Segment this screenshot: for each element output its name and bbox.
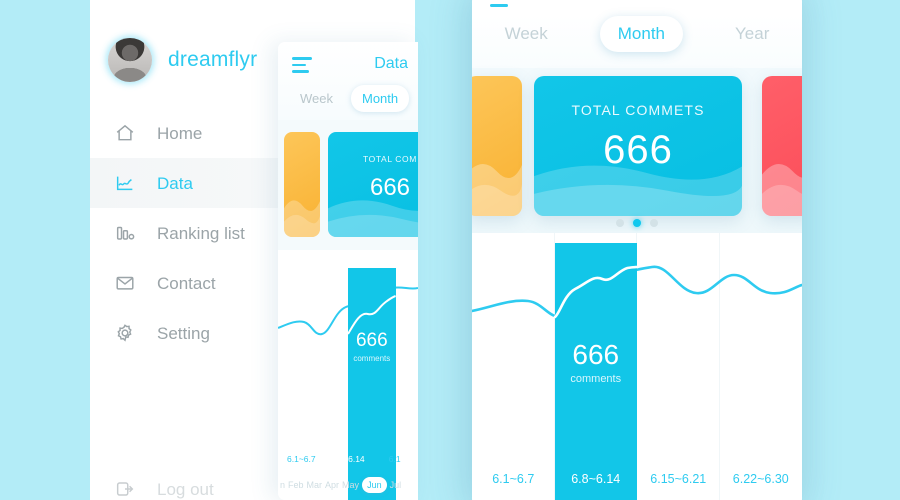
carousel-dot[interactable] bbox=[616, 219, 624, 227]
sidebar-item-label: Setting bbox=[157, 323, 210, 343]
month-feb[interactable]: Feb bbox=[288, 480, 304, 490]
tab-month[interactable]: Month bbox=[599, 16, 684, 52]
period-tab-bar: Week Month Year bbox=[472, 16, 802, 52]
gear-icon bbox=[117, 324, 132, 342]
mid-tab-bar: Week Month bbox=[278, 85, 418, 112]
sidebar-item-label: Data bbox=[157, 173, 193, 193]
mid-chart-area: 666 comments 6.1~6.7 6.8~6.14 6.1 n Feb … bbox=[278, 250, 418, 500]
carousel-dots bbox=[472, 219, 802, 227]
card-wave-decor bbox=[284, 200, 320, 237]
mid-card-carousel: TOTAL COM 666 bbox=[278, 120, 418, 264]
xlabel-active[interactable]: 6.8~6.14 bbox=[325, 454, 372, 464]
stat-card-orange[interactable] bbox=[472, 76, 522, 216]
xlabel-range-2-active[interactable]: 6.8~6.14 bbox=[555, 472, 638, 486]
tab-week[interactable]: Week bbox=[300, 91, 333, 106]
tab-week[interactable]: Week bbox=[505, 24, 548, 44]
phone-screen-middle: Data Week Month TOTAL COM 666 666 commen… bbox=[278, 42, 418, 500]
xlabel-range-4[interactable]: 6.22~6.30 bbox=[720, 472, 803, 486]
stat-card-orange[interactable] bbox=[284, 132, 320, 237]
sidebar-item-label: Contact bbox=[157, 273, 216, 293]
month-mar[interactable]: Mar bbox=[307, 480, 323, 490]
tab-year[interactable]: Year bbox=[735, 24, 769, 44]
carousel-dot[interactable] bbox=[650, 219, 658, 227]
month-jul[interactable]: Jul bbox=[390, 480, 402, 490]
month-selector: n Feb Mar Apr May Jun Jul bbox=[278, 470, 418, 500]
chart-xlabels: 6.1~6.7 6.8~6.14 6.15~6.21 6.22~6.30 bbox=[472, 472, 802, 486]
page-title: Data bbox=[472, 0, 802, 2]
bars-icon bbox=[116, 226, 135, 240]
xlabel-range-3[interactable]: 6.15~6.21 bbox=[637, 472, 720, 486]
trend-line bbox=[472, 265, 802, 319]
logout-icon bbox=[116, 482, 134, 496]
screenshot-root: dreamflyr Home Data Ranking list Contact… bbox=[0, 0, 900, 500]
xlabel[interactable]: 6.1~6.7 bbox=[278, 454, 325, 464]
month-jun-active[interactable]: Jun bbox=[362, 477, 387, 493]
stat-card-red[interactable] bbox=[762, 76, 802, 216]
mail-icon bbox=[116, 276, 134, 290]
card-value: 666 bbox=[369, 174, 411, 201]
phone-screen-right: Data Week Month Year T bbox=[472, 0, 802, 500]
page-title: Data bbox=[374, 55, 408, 72]
tab-month[interactable]: Month bbox=[351, 85, 410, 112]
xlabel[interactable]: 6.1 bbox=[371, 454, 418, 464]
month-may[interactable]: May bbox=[342, 480, 359, 490]
card-label: TOTAL COM bbox=[363, 154, 417, 164]
avatar bbox=[108, 38, 152, 82]
carousel-dot-active[interactable] bbox=[633, 219, 641, 227]
card-label: TOTAL COMMETS bbox=[571, 102, 705, 118]
card-value: 666 bbox=[603, 128, 673, 172]
mid-chart-xlabels: 6.1~6.7 6.8~6.14 6.1 bbox=[278, 454, 418, 464]
xlabel-range-1[interactable]: 6.1~6.7 bbox=[472, 472, 555, 486]
sidebar-item-label: Log out bbox=[157, 479, 214, 499]
card-carousel: TOTAL COMMETS 666 bbox=[472, 68, 802, 233]
card-wave-decor bbox=[472, 163, 522, 216]
username-label: dreamflyr bbox=[168, 48, 258, 71]
chart-icon bbox=[116, 176, 133, 191]
trend-line-over-bar bbox=[347, 295, 396, 335]
stat-card-total-comments[interactable]: TOTAL COM 666 bbox=[328, 132, 418, 237]
right-header: Data Week Month Year bbox=[472, 0, 802, 68]
trend-line-over-bar bbox=[553, 265, 639, 319]
sidebar-item-label: Home bbox=[157, 123, 203, 143]
card-wave-decor bbox=[762, 163, 802, 216]
chart-area: 666 comments 6.1~6.7 6.8~6.14 6.15~6.21 … bbox=[472, 233, 802, 500]
sidebar-item-logout[interactable]: Log out bbox=[90, 464, 214, 500]
hamburger-icon[interactable] bbox=[292, 57, 312, 77]
month-apr[interactable]: Apr bbox=[325, 480, 339, 490]
sidebar-item-label: Ranking list bbox=[157, 223, 245, 243]
home-icon bbox=[116, 124, 134, 141]
stat-card-total-comments[interactable]: TOTAL COMMETS 666 bbox=[534, 76, 742, 216]
month-jan[interactable]: n bbox=[280, 480, 285, 490]
mid-header: Data Week Month bbox=[278, 42, 418, 120]
